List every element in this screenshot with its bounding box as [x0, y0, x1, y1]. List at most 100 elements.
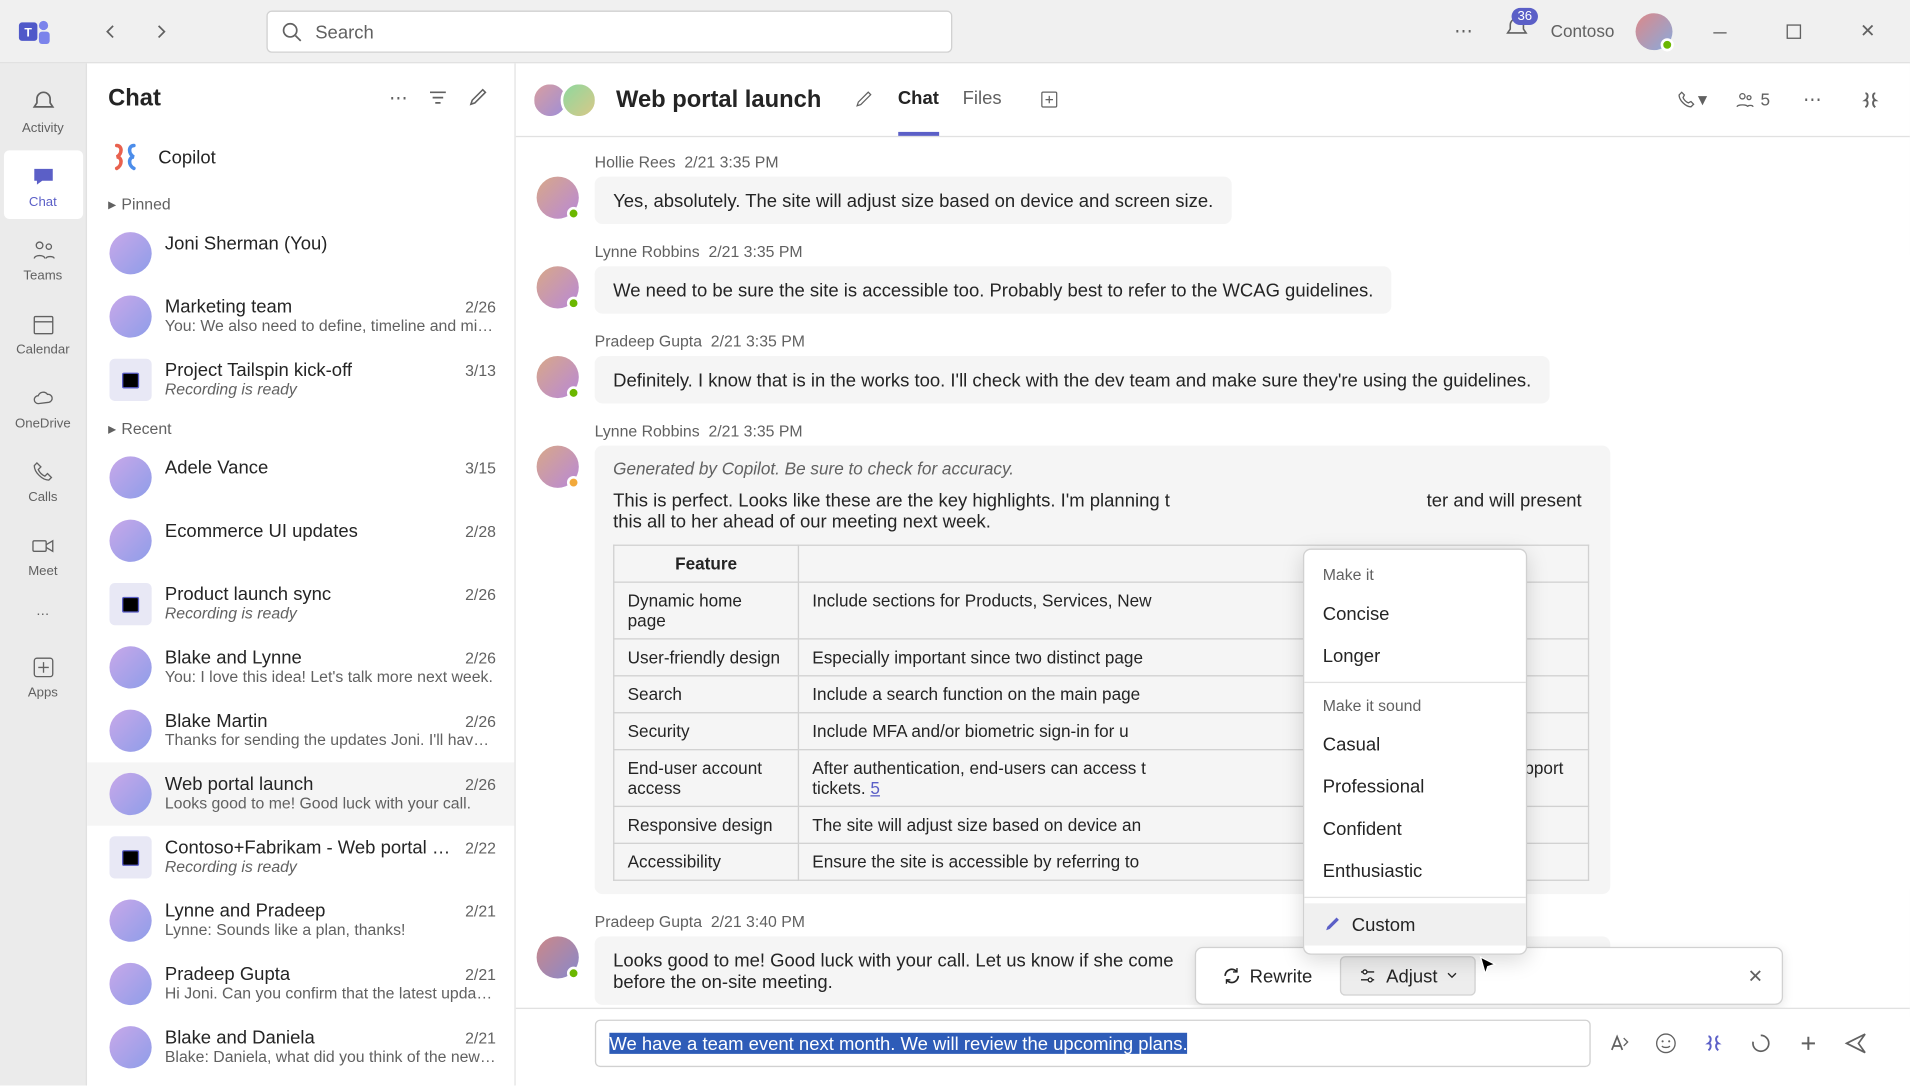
call-button[interactable]: ▾ [1676, 84, 1708, 116]
add-tab-icon[interactable] [1033, 84, 1065, 116]
loop-icon[interactable] [1746, 1029, 1775, 1058]
more-titlebar-button[interactable]: ⋯ [1445, 13, 1482, 50]
message-body: Yes, absolutely. The site will adjust si… [595, 177, 1232, 224]
chatlist-more-icon[interactable]: ⋯ [383, 82, 415, 114]
avatar [109, 359, 151, 401]
avatar [109, 232, 151, 274]
tab-chat[interactable]: Chat [898, 63, 939, 136]
format-icon[interactable] [1604, 1029, 1633, 1058]
close-rewrite-bar[interactable]: ✕ [1737, 958, 1774, 995]
notifications-bell[interactable]: 36 [1503, 16, 1529, 46]
message-body: We need to be sure the site is accessibl… [595, 266, 1392, 313]
org-name: Contoso [1551, 21, 1615, 41]
forward-button[interactable] [142, 13, 179, 50]
compose-copilot-icon[interactable] [1699, 1029, 1728, 1058]
chat-header: Web portal launch Chat Files ▾ 5 ⋯ [516, 63, 1910, 137]
message-body: Definitely. I know that is in the works … [595, 356, 1550, 403]
back-button[interactable] [92, 13, 129, 50]
copilot-icon [108, 140, 142, 174]
adjust-button[interactable]: Adjust [1340, 956, 1476, 996]
adjust-heading-makeit: Make it [1304, 558, 1526, 592]
avatar [109, 963, 151, 1005]
adjust-enthusiastic[interactable]: Enthusiastic [1304, 849, 1526, 891]
chat-list-item[interactable]: Pradeep Gupta2/21 Hi Joni. Can you confi… [87, 952, 514, 1015]
adjust-menu: Make it Concise Longer Make it sound Cas… [1303, 549, 1527, 955]
filter-icon[interactable] [422, 82, 454, 114]
chat-list-item[interactable]: Blake and Lynne2/26 You: I love this ide… [87, 636, 514, 699]
copilot-chat-item[interactable]: Copilot [87, 127, 514, 188]
window-maximize[interactable] [1767, 10, 1820, 52]
rail-more[interactable]: ⋯ [3, 594, 82, 636]
chat-copilot-button[interactable] [1855, 84, 1887, 116]
adjust-longer[interactable]: Longer [1304, 634, 1526, 676]
title-bar: T Search ⋯ 36 Contoso ─ ✕ [0, 0, 1910, 63]
copilot-rewrite-bar: Rewrite Adjust ✕ [1194, 947, 1783, 1005]
tab-files[interactable]: Files [963, 63, 1002, 136]
avatar [537, 446, 579, 488]
chat-list-item[interactable]: Web portal launch2/26 Looks good to me! … [87, 762, 514, 825]
teams-app-icon: T [16, 13, 53, 50]
rail-activity[interactable]: Activity [3, 77, 82, 146]
chat-list-item[interactable]: Blake Martin2/26 Thanks for sending the … [87, 699, 514, 762]
attach-plus-icon[interactable] [1794, 1029, 1823, 1058]
adjust-custom[interactable]: Custom [1304, 904, 1526, 946]
chat-list: Chat ⋯ Copilot ▸ Pinned Joni Sherman (Yo… [87, 63, 516, 1085]
rail-onedrive[interactable]: OneDrive [3, 372, 82, 441]
avatar [537, 356, 579, 398]
chat-list-item[interactable]: Project Tailspin kick-off3/13 Recording … [87, 348, 514, 411]
window-minimize[interactable]: ─ [1694, 10, 1747, 52]
chat-list-item[interactable]: Marketing team2/26 You: We also need to … [87, 285, 514, 348]
adjust-confident[interactable]: Confident [1304, 807, 1526, 849]
group-avatars [539, 81, 597, 118]
notification-count: 36 [1512, 8, 1537, 25]
adjust-professional[interactable]: Professional [1304, 765, 1526, 807]
send-button[interactable] [1841, 1029, 1870, 1058]
compose-input[interactable]: We have a team event next month. We will… [595, 1020, 1591, 1067]
adjust-casual[interactable]: Casual [1304, 723, 1526, 765]
avatar [109, 520, 151, 562]
rail-meet[interactable]: Meet [3, 520, 82, 589]
chat-list-item[interactable]: Contoso+Fabrikam - Web portal ki...2/22 … [87, 826, 514, 889]
chat-more-button[interactable]: ⋯ [1796, 84, 1828, 116]
recent-section[interactable]: ▸ Recent [87, 412, 514, 446]
message: Lynne Robbins 2/21 3:35 PM Generated by … [595, 422, 1870, 894]
adjust-heading-sound: Make it sound [1304, 689, 1526, 723]
copilot-label: Copilot [158, 146, 216, 167]
chat-list-item[interactable]: Ecommerce UI updates2/28 [87, 509, 514, 572]
chat-list-item[interactable]: Joni Sherman (You) [87, 222, 514, 285]
chat-main: Web portal launch Chat Files ▾ 5 ⋯ Holli… [516, 63, 1910, 1085]
profile-avatar[interactable] [1636, 13, 1673, 50]
compose-area: We have a team event next month. We will… [516, 1008, 1910, 1086]
avatar [109, 900, 151, 942]
chat-list-item[interactable]: Product launch sync2/26 Recording is rea… [87, 572, 514, 635]
chat-title: Web portal launch [616, 86, 821, 114]
chat-list-item[interactable]: Lynne and Pradeep2/21 Lynne: Sounds like… [87, 889, 514, 952]
avatar [537, 266, 579, 308]
app-rail: Activity Chat Teams Calendar OneDrive Ca… [0, 63, 87, 1085]
avatar [109, 1026, 151, 1068]
emoji-icon[interactable] [1651, 1029, 1680, 1058]
message: Pradeep Gupta 2/21 3:35 PM Definitely. I… [595, 332, 1870, 403]
new-chat-icon[interactable] [462, 82, 494, 114]
rail-chat[interactable]: Chat [3, 150, 82, 219]
rename-chat-icon[interactable] [848, 84, 880, 116]
rail-apps[interactable]: Apps [3, 641, 82, 710]
chat-list-item[interactable]: Adele Vance3/15 [87, 446, 514, 509]
message-body: This is perfect. Looks like these are th… [613, 489, 1592, 531]
people-button[interactable]: 5 [1734, 84, 1770, 116]
adjust-concise[interactable]: Concise [1304, 592, 1526, 634]
rewrite-button[interactable]: Rewrite [1204, 956, 1330, 996]
rail-calendar[interactable]: Calendar [3, 298, 82, 367]
window-close[interactable]: ✕ [1841, 10, 1894, 52]
rail-calls[interactable]: Calls [3, 446, 82, 515]
sliders-icon [1357, 966, 1378, 987]
reference-link[interactable]: 5 [871, 778, 881, 798]
message: Lynne Robbins 2/21 3:35 PM We need to be… [595, 243, 1870, 314]
chat-list-item[interactable]: Blake and Daniela2/21 Blake: Daniela, wh… [87, 1016, 514, 1079]
avatar [537, 936, 579, 978]
search-input[interactable]: Search [266, 10, 952, 52]
pinned-section[interactable]: ▸ Pinned [87, 187, 514, 221]
messages-pane[interactable]: Hollie Rees 2/21 3:35 PM Yes, absolutely… [516, 137, 1910, 1008]
rail-teams[interactable]: Teams [3, 224, 82, 293]
message: Hollie Rees 2/21 3:35 PM Yes, absolutely… [595, 153, 1870, 224]
